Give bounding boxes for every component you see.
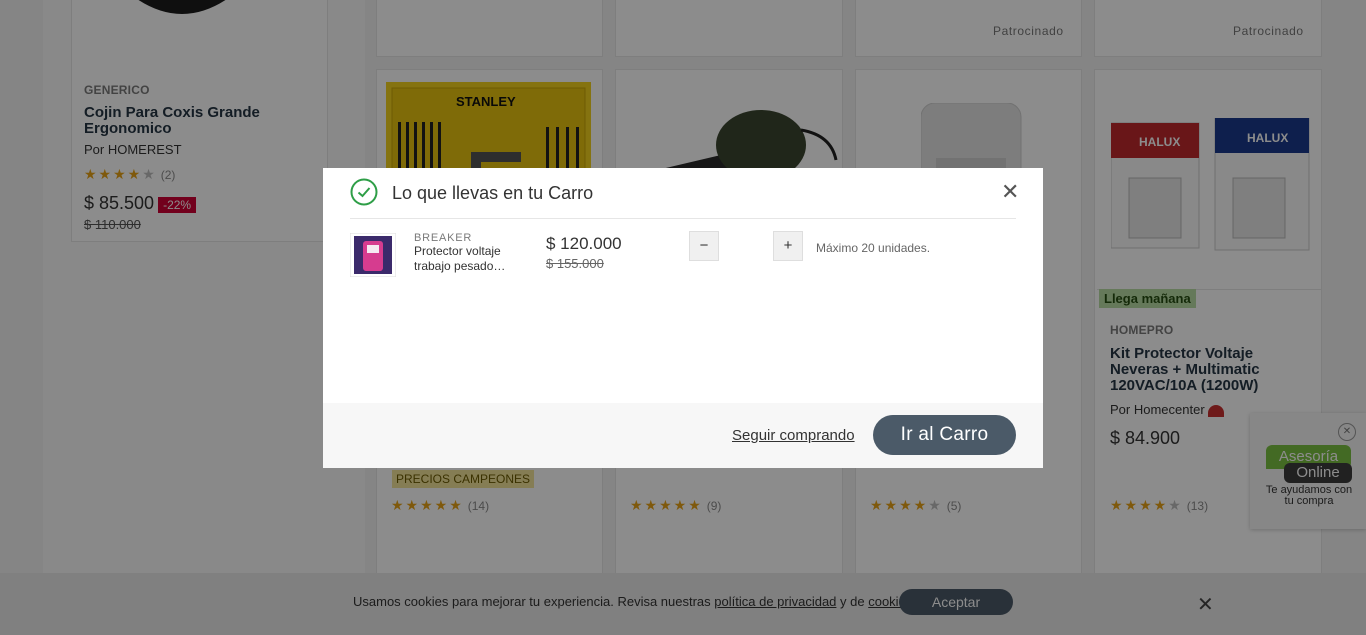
cart-item-price: $ 120.000 xyxy=(546,234,622,253)
max-units-message: Máximo 20 unidades. xyxy=(816,241,931,255)
cart-item-name[interactable]: Protector voltaje trabajo pesado… xyxy=(414,244,524,274)
go-to-cart-button[interactable]: Ir al Carro xyxy=(873,415,1016,455)
success-check-icon xyxy=(350,178,378,206)
modal-footer: Seguir comprando Ir al Carro xyxy=(323,403,1043,468)
cart-added-modal: Lo que llevas en tu Carro ✕ BREAKER Prot… xyxy=(323,168,1043,468)
modal-close-icon[interactable]: ✕ xyxy=(1001,180,1019,204)
modal-header: Lo que llevas en tu Carro ✕ xyxy=(350,178,1019,219)
keep-shopping-link[interactable]: Seguir comprando xyxy=(732,427,855,444)
cart-item-brand: BREAKER xyxy=(414,232,473,244)
cart-item-thumbnail[interactable] xyxy=(350,233,396,277)
quantity-decrease-button[interactable]: − xyxy=(689,231,719,261)
modal-title: Lo que llevas en tu Carro xyxy=(392,183,594,203)
quantity-increase-button[interactable]: + xyxy=(773,231,803,261)
cart-item-old-price: $ 155.000 xyxy=(546,256,604,271)
